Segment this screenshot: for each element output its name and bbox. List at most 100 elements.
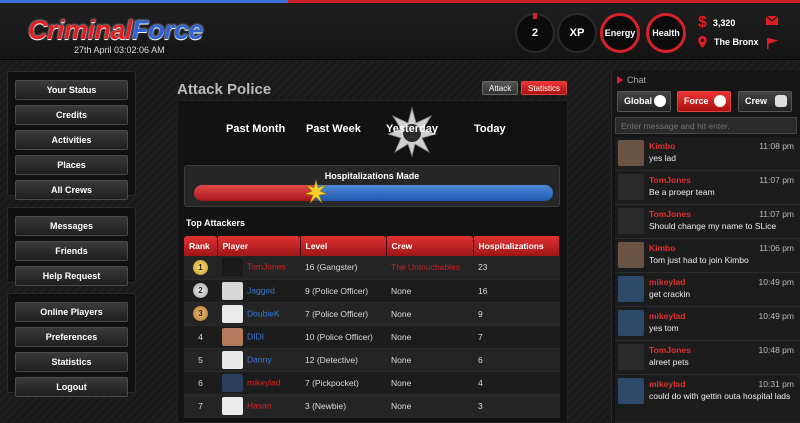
avatar[interactable]	[222, 258, 243, 277]
hospitalizations-cell: 7	[473, 325, 560, 349]
sidebar-item-your-status[interactable]: Your Status	[15, 80, 128, 100]
sidebar-item-logout[interactable]: Logout	[15, 377, 128, 397]
dollar-icon: $	[698, 14, 707, 31]
table-row: 7 Hasan 3 (Newbie) None 3	[184, 394, 560, 418]
sidebar-item-messages[interactable]: Messages	[15, 216, 128, 236]
chat-input[interactable]	[615, 117, 797, 134]
energy-circle[interactable]: Energy	[600, 13, 640, 53]
avatar[interactable]	[618, 378, 644, 404]
sidebar-item-friends[interactable]: Friends	[15, 241, 128, 261]
chat-force-button[interactable]: Force	[677, 91, 731, 112]
sidebar-item-online-players[interactable]: Online Players	[15, 302, 128, 322]
sidebar-item-preferences[interactable]: Preferences	[15, 327, 128, 347]
logo-force: Force	[132, 15, 204, 45]
sidebar-item-all-crews[interactable]: All Crews	[15, 180, 128, 200]
col-crew[interactable]: Crew	[386, 236, 474, 256]
chat-message: TomJones 11:07 pm Should change my name …	[615, 205, 800, 239]
chat-text: Should change my name to SLice	[649, 221, 777, 231]
hospitalizations-box: Hospitalizations Made	[184, 165, 560, 207]
crew-cell[interactable]: The Untouchables	[386, 256, 473, 280]
avatar[interactable]	[222, 327, 243, 346]
chat-author[interactable]: mikeylad	[649, 277, 685, 287]
health-circle[interactable]: Health	[646, 13, 686, 53]
period-past-month[interactable]: Past Month	[226, 123, 285, 135]
logo[interactable]: CriminalForce	[28, 15, 204, 46]
avatar[interactable]	[618, 344, 644, 370]
chat-text: Be a proepr team	[649, 187, 715, 197]
avatar[interactable]	[618, 242, 644, 268]
level-cell: 3 (Newbie)	[300, 394, 386, 418]
player-link[interactable]: mikeylad	[247, 377, 281, 387]
location-value: The Bronx	[714, 37, 759, 47]
chat-time: 11:07 pm	[759, 209, 794, 219]
tab-statistics[interactable]: Statistics	[521, 81, 568, 95]
avatar[interactable]	[222, 350, 243, 369]
rank-medal-icon: 2	[193, 283, 208, 298]
period-yesterday[interactable]: Yesterday	[386, 123, 438, 135]
avatar[interactable]	[618, 174, 644, 200]
tab-attack[interactable]: Attack	[482, 81, 519, 95]
chat-author[interactable]: mikeylad	[649, 379, 685, 389]
player-link[interactable]: Danny	[247, 354, 272, 364]
nav-group-account: Online Players Preferences Statistics Logou…	[7, 293, 136, 397]
fist-icon	[714, 95, 726, 107]
chat-author[interactable]: Kimbo	[649, 243, 675, 253]
avatar[interactable]	[618, 276, 644, 302]
level-circle[interactable]: 2	[515, 13, 555, 53]
avatar[interactable]	[618, 208, 644, 234]
player-link[interactable]: TomJones	[247, 262, 286, 272]
avatar[interactable]	[222, 304, 243, 323]
col-player[interactable]: Player	[217, 236, 301, 256]
col-hospitalizations[interactable]: Hospitalizations	[473, 236, 560, 256]
player-cell: Danny	[217, 348, 300, 372]
period-past-week[interactable]: Past Week	[306, 123, 361, 135]
mail-button[interactable]	[766, 16, 778, 25]
col-rank[interactable]: Rank	[184, 236, 218, 256]
hospitalizations-cell: 6	[473, 348, 560, 372]
level-cell: 16 (Gangster)	[300, 256, 386, 280]
xp-circle[interactable]: XP	[557, 13, 597, 53]
avatar[interactable]	[222, 373, 243, 392]
hospitalizations-cell: 16	[473, 279, 560, 303]
globe-icon	[654, 95, 666, 107]
flag-button[interactable]	[766, 38, 778, 49]
avatar[interactable]	[222, 396, 243, 415]
sidebar-item-activities[interactable]: Activities	[15, 130, 128, 150]
table-row: 1 TomJones 16 (Gangster) The Untouchable…	[184, 256, 560, 280]
crew-cell: None	[386, 325, 473, 349]
chat-global-button[interactable]: Global	[617, 91, 671, 112]
hospitalizations-cell: 4	[473, 371, 560, 395]
rank-cell: 5	[184, 348, 217, 372]
chat-author[interactable]: mikeylad	[649, 311, 685, 321]
table-row: 4 DIDI 10 (Police Officer) None 7	[184, 325, 560, 349]
chat-author[interactable]: TomJones	[649, 209, 691, 219]
rank-cell: 3	[184, 302, 217, 326]
sidebar-item-credits[interactable]: Credits	[15, 105, 128, 125]
chat-author[interactable]: TomJones	[649, 175, 691, 185]
hospitalizations-cell: 23	[473, 256, 560, 280]
avatar[interactable]	[618, 140, 644, 166]
player-link[interactable]: Hasan	[247, 400, 272, 410]
location-display[interactable]: The Bronx	[698, 36, 759, 48]
chat-author[interactable]: Kimbo	[649, 141, 675, 151]
table-row: 5 Danny 12 (Detective) None 6	[184, 348, 560, 372]
level-cell: 10 (Police Officer)	[300, 325, 386, 349]
level-cell: 9 (Police Officer)	[300, 279, 386, 303]
sidebar-item-help-request[interactable]: Help Request	[15, 266, 128, 286]
sidebar-item-statistics[interactable]: Statistics	[15, 352, 128, 372]
chat-crew-button[interactable]: Crew	[738, 91, 792, 112]
chat-author[interactable]: TomJones	[649, 345, 691, 355]
col-level[interactable]: Level	[300, 236, 387, 256]
player-link[interactable]: DoubieK	[247, 308, 280, 318]
hospitalizations-title: Hospitalizations Made	[324, 171, 420, 181]
player-link[interactable]: DIDI	[247, 331, 264, 341]
player-link[interactable]: Jagged	[247, 285, 275, 295]
rank-medal-icon: 1	[193, 259, 208, 275]
player-cell: DIDI	[217, 325, 300, 349]
rank-cell: 4	[184, 325, 217, 349]
avatar[interactable]	[618, 310, 644, 336]
avatar[interactable]	[222, 281, 243, 300]
period-today[interactable]: Today	[474, 123, 506, 135]
sidebar-item-places[interactable]: Places	[15, 155, 128, 175]
chat-time: 11:06 pm	[759, 243, 794, 253]
